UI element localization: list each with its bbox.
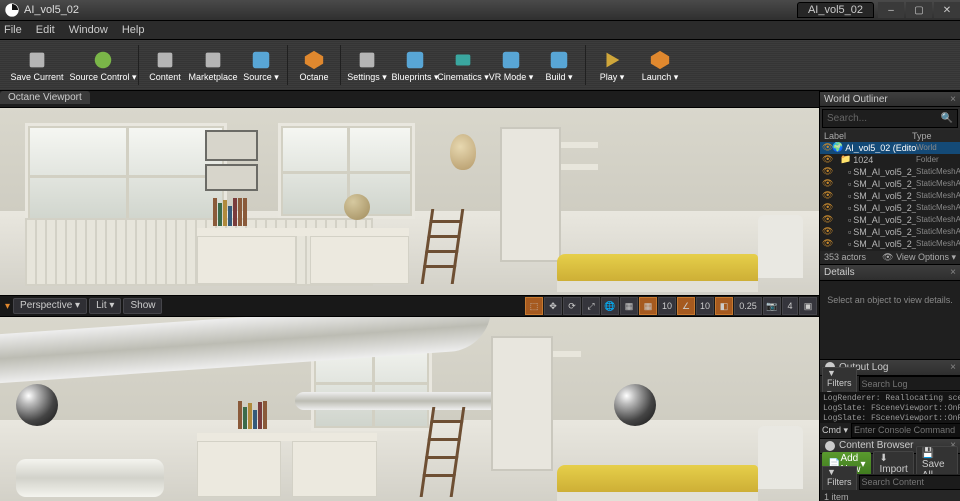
angle-snap-value[interactable]: 10 xyxy=(696,297,714,315)
toolbar-build[interactable]: Build ▾ xyxy=(536,42,582,88)
camera-speed-value[interactable]: 4 xyxy=(782,297,798,315)
toolbar-source-control[interactable]: Source Control ▾ xyxy=(71,42,135,88)
outliner-row[interactable]: 👁▫SM_AI_vol5_2_planStaticMeshA xyxy=(820,190,960,202)
transform-rotate[interactable]: ⟳ xyxy=(563,297,581,315)
toolbar-source[interactable]: Source ▾ xyxy=(238,42,284,88)
octane-tab-bar: Octane Viewport xyxy=(0,91,819,108)
editor-viewport-toolbar: ▾ Perspective ▾ Lit ▾ Show ⬚ ✥ ⟳ ⤢ 🌐 ▦ ▦… xyxy=(0,295,819,317)
maximize-button[interactable]: ▢ xyxy=(906,2,932,18)
app-icon xyxy=(4,2,20,18)
toolbar-marketplace[interactable]: Marketplace xyxy=(190,42,236,88)
outliner-row[interactable]: 👁▫SM_AI_vol5_2_wallStaticMeshA xyxy=(820,202,960,214)
outliner-footer: 353 actors 👁 View Options ▾ xyxy=(820,251,960,264)
surface-snap[interactable]: ▦ xyxy=(620,297,638,315)
toolbar-vrmode[interactable]: VR Mode ▾ xyxy=(488,42,534,88)
toolbar-blueprints[interactable]: Blueprints ▾ xyxy=(392,42,438,88)
app-icon xyxy=(824,440,836,452)
close-icon[interactable]: × xyxy=(950,94,956,105)
outliner-columns: LabelType xyxy=(820,130,960,142)
toolbar-play[interactable]: Play ▾ xyxy=(589,42,635,88)
close-button[interactable]: ✕ xyxy=(934,2,960,18)
transform-translate[interactable]: ✥ xyxy=(544,297,562,315)
toolbar-launch[interactable]: Launch ▾ xyxy=(637,42,683,88)
outliner-row[interactable]: 👁▫SM_AI_vol5_2_planStaticMeshA xyxy=(820,178,960,190)
coord-space[interactable]: 🌐 xyxy=(601,297,619,315)
log-filter-bar: ▼ Filters ▾ xyxy=(820,376,960,392)
console-row: Cmd ▾ xyxy=(820,423,960,438)
outliner-row[interactable]: 👁▫SM_AI_vol5_2_wallStaticMeshA xyxy=(820,214,960,226)
transform-select[interactable]: ⬚ xyxy=(525,297,543,315)
details-header[interactable]: Details × xyxy=(820,264,960,280)
grid-snap-toggle[interactable]: ▦ xyxy=(639,297,657,315)
toolbar-save[interactable]: Save Current xyxy=(5,42,69,88)
editor-viewport[interactable] xyxy=(0,317,819,501)
show-flags[interactable]: Show xyxy=(123,298,162,314)
octane-tab[interactable]: Octane Viewport xyxy=(0,91,90,104)
main-toolbar: Save CurrentSource Control ▾ContentMarke… xyxy=(0,40,960,91)
minimize-button[interactable]: – xyxy=(878,2,904,18)
outliner-search[interactable]: Search... 🔍 xyxy=(822,109,958,127)
angle-snap-toggle[interactable]: ∠ xyxy=(677,297,695,315)
toolbar-octane[interactable]: Octane xyxy=(291,42,337,88)
title-bar: AI_vol5_02 AI_vol5_02 – ▢ ✕ xyxy=(0,0,960,21)
close-icon[interactable]: × xyxy=(950,267,956,278)
content-search-input[interactable] xyxy=(859,475,960,490)
world-outliner-title: World Outliner xyxy=(824,94,888,105)
menu-file[interactable]: File xyxy=(4,24,22,36)
grid-snap-value[interactable]: 10 xyxy=(658,297,676,315)
outliner-row[interactable]: 👁▫SM_AI_vol5_2_baskStaticMeshA xyxy=(820,166,960,178)
transform-scale[interactable]: ⤢ xyxy=(582,297,600,315)
outliner-tree[interactable]: 👁🌍AI_vol5_02 (Editor)World👁📁1024Folder👁▫… xyxy=(820,142,960,252)
search-icon: 🔍 xyxy=(941,113,953,124)
window-title: AI_vol5_02 xyxy=(24,4,79,16)
viewport-options-icon[interactable]: ▾ xyxy=(5,301,10,312)
outliner-row[interactable]: 👁▫SM_AI_vol5_2_wallStaticMeshA xyxy=(820,226,960,238)
toolbar-content[interactable]: Content xyxy=(142,42,188,88)
world-outliner-header[interactable]: World Outliner × xyxy=(820,91,960,107)
scale-snap-toggle[interactable]: ◧ xyxy=(715,297,733,315)
outliner-row[interactable]: 👁🌍AI_vol5_02 (Editor)World xyxy=(820,142,960,154)
viewport-maximize[interactable]: ▣ xyxy=(799,297,817,315)
content-footer: 1 item xyxy=(820,490,960,501)
menu-bar: File Edit Window Help xyxy=(0,21,960,40)
view-mode-perspective[interactable]: Perspective ▾ xyxy=(13,298,87,314)
details-title: Details xyxy=(824,267,855,278)
content-filter-bar: ▼ Filters ▾ xyxy=(820,474,960,490)
details-body: Select an object to view details. xyxy=(820,281,960,359)
menu-edit[interactable]: Edit xyxy=(36,24,55,36)
menu-help[interactable]: Help xyxy=(122,24,145,36)
octane-viewport[interactable] xyxy=(0,108,819,295)
scale-snap-value[interactable]: 0.25 xyxy=(734,297,762,315)
log-search-input[interactable] xyxy=(859,376,960,391)
view-mode-lit[interactable]: Lit ▾ xyxy=(89,298,121,314)
log-body[interactable]: LogRenderer: Reallocating scene renderLo… xyxy=(820,392,960,423)
outliner-row[interactable]: 👁▫SM_AI_vol5_2_wallStaticMeshA xyxy=(820,238,960,250)
close-icon[interactable]: × xyxy=(950,362,956,373)
outliner-row[interactable]: 👁📁1024Folder xyxy=(820,154,960,166)
camera-speed[interactable]: 📷 xyxy=(763,297,781,315)
toolbar-cinematics[interactable]: Cinematics ▾ xyxy=(440,42,486,88)
console-input[interactable] xyxy=(851,423,960,438)
toolbar-settings[interactable]: Settings ▾ xyxy=(344,42,390,88)
window-tab[interactable]: AI_vol5_02 xyxy=(797,2,874,18)
menu-window[interactable]: Window xyxy=(69,24,108,36)
